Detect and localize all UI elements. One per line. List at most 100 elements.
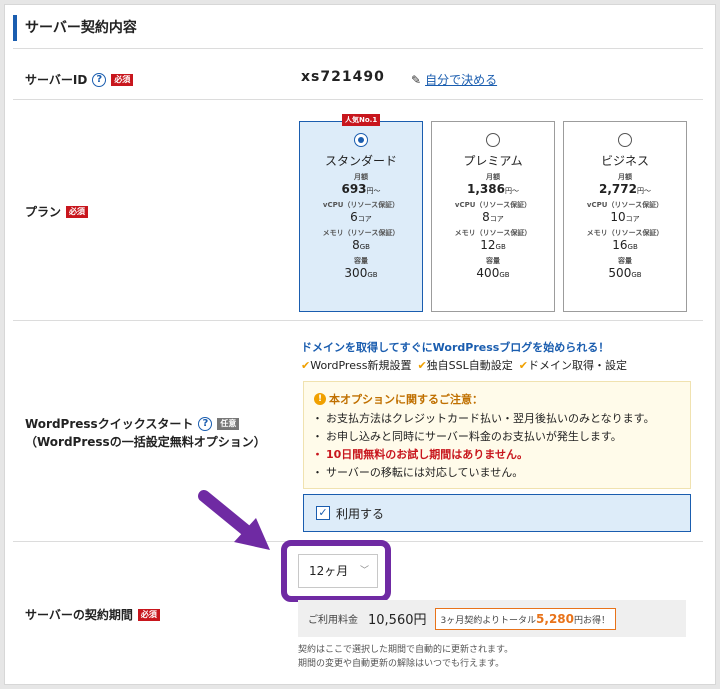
chevron-down-icon: ﹀ <box>359 566 369 576</box>
vcpu-unit: コア <box>357 215 372 223</box>
wp-feature-text: ドメイン取得・設定 <box>527 359 627 372</box>
help-icon[interactable]: ? <box>92 72 107 87</box>
plan-memory: 8GB <box>300 238 422 252</box>
term-select[interactable]: 12ヶ月 ﹀ <box>298 554 378 588</box>
memory-unit: GB <box>627 243 638 251</box>
vcpu-label: vCPU（リソース保証） <box>322 201 400 209</box>
memory-value: 16 <box>612 238 628 252</box>
fee-amount: 10,560円 <box>368 613 427 628</box>
fee-box: ご利用料金 10,560円 3ヶ月契約よりトータル5,280円お得！ <box>298 600 686 637</box>
memory-label: メモリ（リソース保証） <box>322 229 400 237</box>
plan-price-value: 1,386 <box>467 182 505 196</box>
required-badge: 必須 <box>66 205 89 218</box>
decide-myself-link[interactable]: 自分で決める <box>425 71 497 88</box>
wp-feature-text: 独自SSL自動設定 <box>426 359 513 372</box>
plan-name: プレミアム <box>463 154 523 168</box>
capacity-value: 500 <box>608 266 632 280</box>
plan-price-value: 2,772 <box>599 182 637 196</box>
plan-label-group: プラン 必須 <box>25 203 89 220</box>
price-unit: 円〜 <box>504 187 519 195</box>
required-badge: 必須 <box>111 73 134 86</box>
use-checkbox[interactable]: ✓ <box>316 506 330 520</box>
plan-radio[interactable] <box>486 133 500 147</box>
plan-label: プラン <box>25 205 62 219</box>
price-unit: 円〜 <box>366 187 381 195</box>
wp-quickstart-label-group: WordPressクイックスタート ? 任意 <box>25 415 240 432</box>
vcpu-value: 6 <box>350 210 358 224</box>
wp-feature-text: WordPress新規設置 <box>310 359 412 372</box>
server-id-value: xs721490 <box>301 69 385 85</box>
notice-title: ! 本オプションに関するご注意： <box>314 391 680 407</box>
plan-radio[interactable] <box>354 133 368 147</box>
term-label-group: サーバーの契約期間 必須 <box>25 606 160 623</box>
wp-notice-box: ! 本オプションに関するご注意： お支払方法はクレジットカード払い・翌月後払いの… <box>303 381 691 489</box>
wp-quickstart-label: WordPressクイックスタート <box>25 417 194 431</box>
notice-list: お支払方法はクレジットカード払い・翌月後払いのみとなります。 お申し込みと同時に… <box>312 410 680 482</box>
decide-myself-link-group[interactable]: ✎ 自分で決める <box>411 71 497 88</box>
wp-use-option[interactable]: ✓ 利用する <box>303 494 691 532</box>
capacity-value: 400 <box>476 266 500 280</box>
use-label: 利用する <box>336 506 385 521</box>
server-id-label-group: サーバーID ? 必須 <box>25 71 134 88</box>
section-title: サーバー契約内容 <box>13 15 137 41</box>
savings-prefix: 3ヶ月契約よりトータル <box>440 615 537 626</box>
plan-option-standard[interactable]: 人気No.1 スタンダード 月額 693円〜 vCPU（リソース保証） 6コア … <box>299 114 423 312</box>
plan-option-business[interactable]: ビジネス 月額 2,772円〜 vCPU（リソース保証） 10コア メモリ（リソ… <box>563 121 687 312</box>
plan-radio[interactable] <box>618 133 632 147</box>
memory-value: 8 <box>352 238 360 252</box>
check-icon: ✔ <box>417 359 427 372</box>
check-icon: ✔ <box>518 359 528 372</box>
plan-price: 1,386円〜 <box>432 182 554 196</box>
divider <box>13 320 703 321</box>
plan-vcpu: 10コア <box>564 210 686 224</box>
wp-feature-list: ✔WordPress新規設置 ✔独自SSL自動設定 ✔ドメイン取得・設定 <box>301 357 627 373</box>
capacity-unit: GB <box>367 271 378 279</box>
plan-memory: 12GB <box>432 238 554 252</box>
term-note: 期間の変更や自動更新の解除はいつでも行えます。 <box>298 659 505 669</box>
savings-suffix: 円お得！ <box>574 615 611 626</box>
help-icon[interactable]: ? <box>198 416 213 431</box>
plan-capacity: 300GB <box>300 266 422 280</box>
vcpu-value: 8 <box>482 210 490 224</box>
monthly-label: 月額 <box>486 173 500 181</box>
vcpu-label: vCPU（リソース保証） <box>454 201 532 209</box>
price-unit: 円〜 <box>636 187 651 195</box>
capacity-unit: GB <box>499 271 510 279</box>
divider <box>13 48 703 49</box>
optional-badge: 任意 <box>217 417 240 430</box>
plan-name: ビジネス <box>600 154 649 168</box>
divider <box>13 99 703 100</box>
wp-feature: ✔ドメイン取得・設定 <box>519 357 627 373</box>
plan-memory: 16GB <box>564 238 686 252</box>
required-badge: 必須 <box>137 608 160 621</box>
capacity-label: 容量 <box>618 257 632 265</box>
plan-capacity: 500GB <box>564 266 686 280</box>
wp-feature: ✔WordPress新規設置 <box>301 357 411 373</box>
notice-item: サーバーの移転には対応していません。 <box>312 464 680 482</box>
monthly-label: 月額 <box>354 173 368 181</box>
notice-item-highlight: 10日間無料のお試し期間はありません。 <box>312 446 680 464</box>
pencil-icon: ✎ <box>411 72 422 87</box>
savings-amount: 5,280 <box>536 611 575 626</box>
memory-label: メモリ（リソース保証） <box>586 229 664 237</box>
memory-value: 12 <box>480 238 496 252</box>
vcpu-unit: コア <box>625 215 640 223</box>
capacity-unit: GB <box>631 271 642 279</box>
plan-option-premium[interactable]: プレミアム 月額 1,386円〜 vCPU（リソース保証） 8コア メモリ（リソ… <box>431 121 555 312</box>
annotation-arrow-icon <box>198 490 270 550</box>
term-highlight-frame: 12ヶ月 ﹀ <box>281 540 391 602</box>
plan-price-value: 693 <box>341 182 367 196</box>
fee-label: ご利用料金 <box>308 615 358 626</box>
server-id-label: サーバーID <box>25 73 88 87</box>
capacity-value: 300 <box>344 266 368 280</box>
memory-unit: GB <box>359 243 370 251</box>
monthly-label: 月額 <box>618 173 632 181</box>
notice-item: お申し込みと同時にサーバー料金のお支払いが発生します。 <box>312 428 680 446</box>
term-label: サーバーの契約期間 <box>25 608 133 622</box>
plan-price: 693円〜 <box>300 182 422 196</box>
term-note: 契約はここで選択した期間で自動的に更新されます。 <box>298 645 514 655</box>
memory-unit: GB <box>495 243 506 251</box>
check-icon: ✔ <box>301 359 311 372</box>
plan-price: 2,772円〜 <box>564 182 686 196</box>
savings-badge: 3ヶ月契約よりトータル5,280円お得！ <box>434 607 617 630</box>
